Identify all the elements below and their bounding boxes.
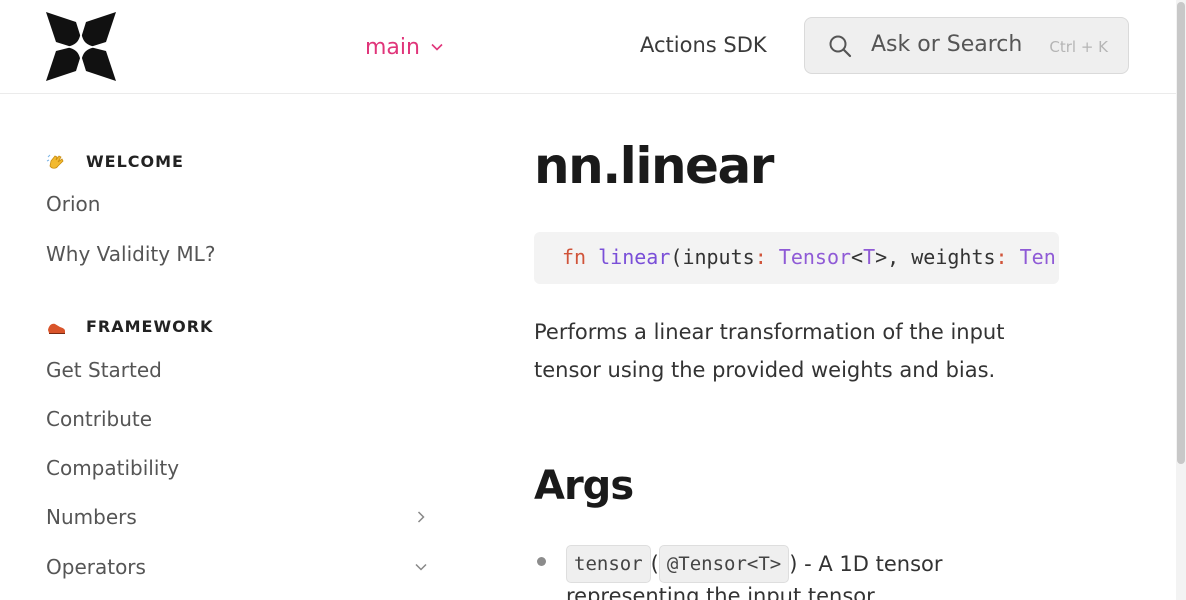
code-param: inputs <box>682 245 755 269</box>
chevron-down-icon[interactable] <box>414 560 428 574</box>
search-shortcut: Ctrl + K <box>1049 38 1108 56</box>
code-signature: fn linear(inputs: Tensor<T>, weights: Te… <box>562 245 1056 269</box>
sidebar-item-compatibility[interactable]: Compatibility <box>46 456 428 480</box>
code-signature-block[interactable]: fn linear(inputs: Tensor<T>, weights: Te… <box>534 232 1059 284</box>
sidebar-item-label: Numbers <box>46 505 137 529</box>
orion-star-logo-icon[interactable] <box>46 12 116 81</box>
sidebar-section-welcome: WELCOME <box>46 152 184 171</box>
code-lt: < <box>851 245 864 269</box>
code-type: Ten <box>1007 245 1056 269</box>
sidebar-item-label: Get Started <box>46 358 162 382</box>
sidebar-item-label: Operators <box>46 555 146 579</box>
bullet <box>537 557 546 566</box>
arg-description-continued: representing the input tensor. <box>566 584 880 600</box>
chevron-right-icon[interactable] <box>414 510 428 524</box>
code-keyword: fn <box>562 245 587 269</box>
sidebar-item-label: Contribute <box>46 407 153 431</box>
waving-hand-icon <box>46 154 64 169</box>
code-colon: : <box>995 245 1008 269</box>
sidebar-item-orion[interactable]: Orion <box>46 192 428 216</box>
sidebar-item-label: Why Validity ML? <box>46 242 216 266</box>
sidebar-section-framework: FRAMEWORK <box>46 317 213 336</box>
arg-line: tensor(@Tensor<T>) - A 1D tensor <box>566 545 943 583</box>
code-paren: ( <box>670 245 683 269</box>
code-gt-comma: >, <box>875 245 912 269</box>
code-generic: T <box>863 245 876 269</box>
arg-type-code: @Tensor<T> <box>658 545 790 583</box>
page-scrollbar[interactable] <box>1176 0 1186 600</box>
search-icon <box>829 35 852 58</box>
section-title-label: WELCOME <box>86 152 184 171</box>
chevron-down-icon <box>431 43 443 51</box>
code-param: weights <box>911 245 996 269</box>
sidebar-item-get-started[interactable]: Get Started <box>46 358 428 382</box>
nav-link-actions-sdk[interactable]: Actions SDK <box>640 33 767 57</box>
search-placeholder: Ask or Search <box>871 32 1023 57</box>
branch-label: main <box>365 34 420 60</box>
description-text: Performs a linear transformation of the … <box>534 320 1005 382</box>
arg-name-code: tensor <box>566 545 651 583</box>
arg-open-paren: ( <box>650 552 659 576</box>
code-colon: : <box>754 245 767 269</box>
sidebar-item-label: Orion <box>46 192 101 216</box>
section-title-label: FRAMEWORK <box>86 317 214 336</box>
top-header: main Actions SDK Ask or Search Ctrl + K <box>0 0 1176 94</box>
branch-selector[interactable]: main <box>365 33 444 61</box>
sidebar-item-label: Compatibility <box>46 456 180 480</box>
page-title: nn.linear <box>534 137 774 195</box>
main-content: nn.linear fn linear(inputs: Tensor<T>, w… <box>534 95 1134 600</box>
sidebar-item-contribute[interactable]: Contribute <box>46 407 428 431</box>
sidebar-item-numbers[interactable]: Numbers <box>46 505 428 529</box>
sidebar-item-why-validity-ml[interactable]: Why Validity ML? <box>46 242 428 266</box>
sidebar: WELCOME Orion Why Validity ML? FRAMEWORK… <box>0 95 470 600</box>
args-heading: Args <box>534 463 634 509</box>
scrollbar-thumb[interactable] <box>1177 2 1185 464</box>
sidebar-item-operators[interactable]: Operators <box>46 555 428 579</box>
arg-description: ) - A 1D tensor <box>789 552 943 576</box>
shoe-icon <box>48 323 65 334</box>
search-box[interactable]: Ask or Search Ctrl + K <box>804 17 1129 74</box>
code-fn-name: linear <box>598 245 671 269</box>
code-type: Tensor <box>778 245 852 269</box>
